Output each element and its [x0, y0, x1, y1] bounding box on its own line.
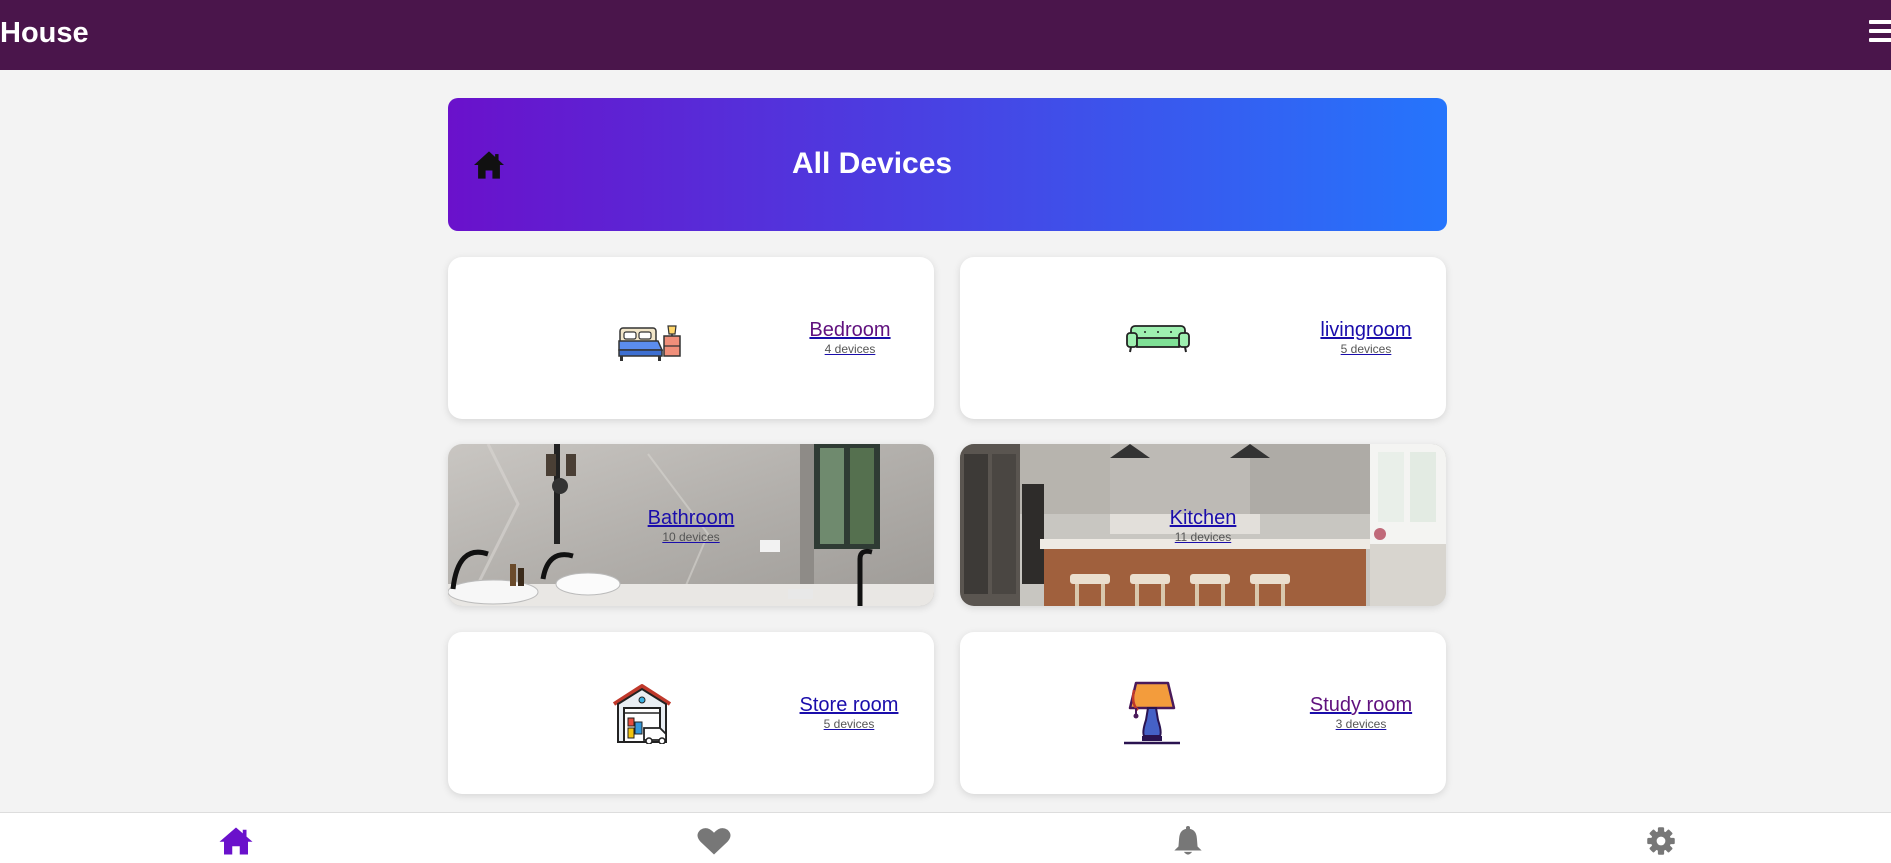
- room-link-study-room[interactable]: Study room 3 devices: [1304, 694, 1418, 731]
- device-count: 10 devices: [662, 530, 720, 544]
- room-name: Kitchen: [1169, 507, 1237, 529]
- room-card-bathroom[interactable]: Bathroom 10 devices: [448, 444, 934, 606]
- device-count: 3 devices: [1335, 717, 1387, 731]
- room-link-bathroom[interactable]: Bathroom 10 devices: [641, 507, 741, 544]
- room-card-study-room[interactable]: Study room 3 devices: [960, 632, 1446, 794]
- bed-icon: [618, 325, 681, 361]
- device-count: 4 devices: [824, 342, 876, 356]
- room-name: Bathroom: [647, 507, 735, 529]
- top-app-bar: House: [0, 0, 1891, 70]
- room-card-livingroom[interactable]: livingroom 5 devices: [960, 257, 1446, 419]
- room-link-store-room[interactable]: Store room 5 devices: [792, 694, 906, 731]
- device-count: 11 devices: [1174, 530, 1232, 544]
- gear-icon[interactable]: [1643, 826, 1679, 856]
- room-link-livingroom[interactable]: livingroom 5 devices: [1316, 319, 1416, 356]
- room-link-bedroom[interactable]: Bedroom 4 devices: [800, 319, 900, 356]
- heart-icon[interactable]: [696, 826, 732, 856]
- room-name: livingroom: [1320, 319, 1412, 341]
- home-icon: [474, 151, 504, 179]
- room-card-bedroom[interactable]: Bedroom 4 devices: [448, 257, 934, 419]
- room-card-store-room[interactable]: Store room 5 devices: [448, 632, 934, 794]
- app-title: House: [0, 17, 89, 49]
- room-name: Bedroom: [809, 319, 891, 341]
- room-card-kitchen[interactable]: Kitchen 11 devices: [960, 444, 1446, 606]
- device-count: 5 devices: [823, 717, 875, 731]
- room-name: Study room: [1309, 694, 1413, 716]
- all-devices-banner[interactable]: All Devices: [448, 98, 1447, 231]
- all-devices-title: All Devices: [792, 147, 953, 180]
- bell-icon[interactable]: [1170, 826, 1206, 856]
- lamp-icon: [1124, 681, 1180, 745]
- bottom-navigation: [0, 812, 1891, 863]
- hamburger-menu-icon[interactable]: [1869, 20, 1891, 48]
- room-link-kitchen[interactable]: Kitchen 11 devices: [1153, 507, 1253, 544]
- device-count: 5 devices: [1340, 342, 1392, 356]
- home-icon[interactable]: [218, 826, 254, 856]
- garage-icon: [612, 684, 672, 744]
- room-name: Store room: [799, 694, 899, 716]
- sofa-icon: [1126, 325, 1190, 353]
